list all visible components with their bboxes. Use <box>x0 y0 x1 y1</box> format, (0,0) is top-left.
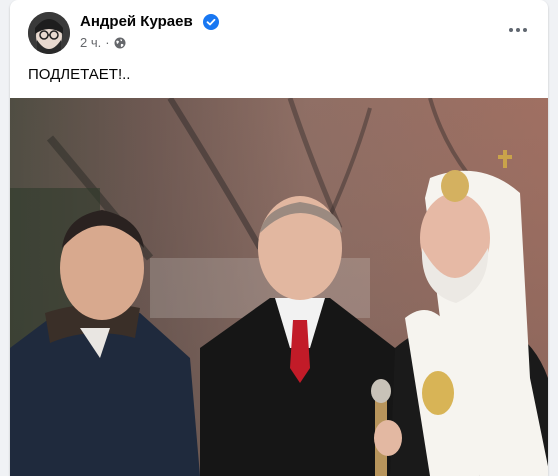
verified-badge-icon <box>203 14 219 30</box>
more-dots-icon <box>509 28 513 32</box>
meta-separator: · <box>105 35 110 50</box>
globe-icon[interactable] <box>114 37 126 49</box>
post-options-button[interactable] <box>506 22 530 38</box>
post-time[interactable]: 2 ч. <box>80 35 101 50</box>
author-avatar[interactable] <box>28 12 70 54</box>
post-card: Андрей Кураев 2 ч. · ПОДЛЕТАЕТ!.. <box>10 0 548 476</box>
post-meta: 2 ч. · <box>80 35 126 50</box>
post-text: ПОДЛЕТАЕТ!.. <box>28 66 131 83</box>
post-photo[interactable] <box>10 98 548 476</box>
author-name[interactable]: Андрей Кураев <box>80 13 193 30</box>
avatar-image <box>28 12 70 54</box>
photo-image <box>10 98 548 476</box>
